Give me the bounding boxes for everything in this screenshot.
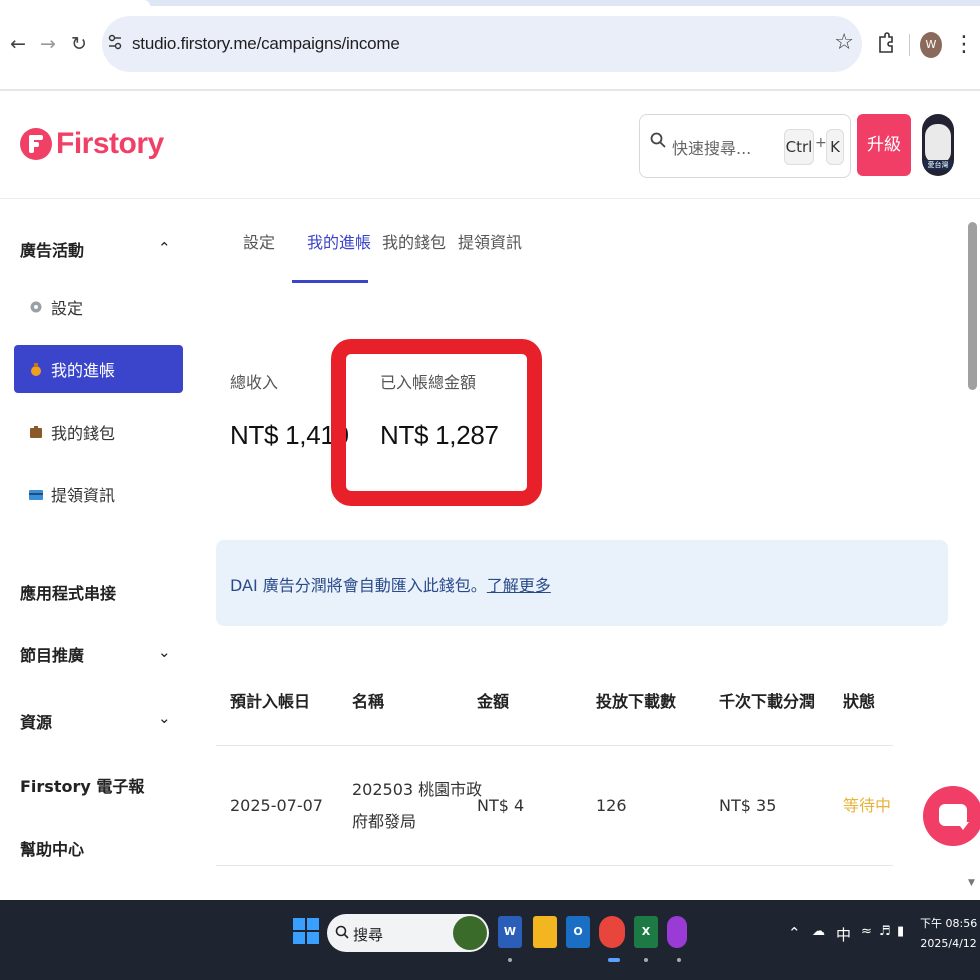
chevron-up-icon[interactable]: ⌃ — [158, 239, 171, 257]
search-icon — [335, 924, 349, 939]
clock-time: 下午 08:56 — [920, 917, 978, 930]
sidebar-item-label: 設定 — [51, 299, 84, 318]
sidebar-item-label: 我的錢包 — [51, 424, 116, 443]
tab-my-income[interactable]: 我的進帳 — [307, 229, 371, 253]
browser-menu-icon[interactable]: ⋮ — [953, 32, 975, 57]
column-header-cpm[interactable]: 千次下載分潤 — [719, 688, 815, 712]
excel-icon[interactable]: X — [634, 916, 658, 948]
search-icon — [650, 132, 666, 148]
quick-search-input[interactable]: 快速搜尋... Ctrl + K — [639, 114, 851, 178]
total-income-label: 總收入 — [230, 373, 279, 392]
browser-profile-avatar[interactable]: W — [920, 32, 942, 58]
table-divider — [216, 745, 893, 746]
brand-name: Firstory — [56, 127, 164, 160]
firstory-logo-icon — [20, 128, 52, 160]
income-tabs: 設定 我的進帳 我的錢包 提領資訊 — [215, 199, 955, 283]
red-highlight-box — [331, 339, 542, 506]
os-taskbar: 搜尋 W O X ⌃ ☁ 中 ≈ ♬ ▮ 下午 08:56 2025/4/12 — [0, 900, 980, 980]
tray-chevron-up-icon[interactable]: ⌃ — [788, 924, 801, 942]
tab-settings[interactable]: 設定 — [243, 229, 275, 253]
sidebar-section-help-center[interactable]: 幫助中心 — [20, 836, 84, 860]
chrome-divider — [0, 89, 980, 91]
search-placeholder: 快速搜尋... — [672, 139, 752, 158]
sidebar-item-withdrawal[interactable]: 提領資訊 — [14, 470, 183, 518]
column-header-status[interactable]: 狀態 — [843, 688, 875, 712]
extensions-icon[interactable] — [876, 32, 896, 56]
cell-date: 2025-07-07 — [230, 796, 323, 815]
firstory-logo[interactable]: Firstory — [20, 116, 164, 172]
kbd-k: K — [826, 129, 844, 165]
sidebar-item-wallet[interactable]: 我的錢包 — [14, 408, 183, 456]
address-bar[interactable]: studio.firstory.me/campaigns/income ☆ — [102, 16, 862, 72]
sidebar: 廣告活動 ⌃ 設定 我的進帳 我的錢包 提領資訊 應用程式串接 節目推廣 ⌄ 資… — [0, 199, 200, 899]
battery-icon[interactable]: ▮ — [897, 924, 904, 939]
word-icon[interactable]: W — [498, 916, 522, 948]
chrome-icon[interactable] — [599, 916, 625, 948]
banner-message: DAI 廣告分潤將會自動匯入此錢包。 — [230, 576, 487, 595]
info-banner: DAI 廣告分潤將會自動匯入此錢包。了解更多 — [216, 540, 948, 626]
page-scrollbar[interactable] — [968, 222, 977, 390]
reload-icon[interactable]: ↻ — [66, 32, 92, 56]
taskbar-search[interactable]: 搜尋 — [327, 914, 489, 952]
kbd-plus: + — [815, 135, 827, 151]
file-explorer-icon[interactable] — [533, 916, 557, 948]
url-text[interactable]: studio.firstory.me/campaigns/income — [132, 34, 400, 54]
kbd-ctrl: Ctrl — [784, 129, 814, 165]
sidebar-section-resources[interactable]: 資源 — [20, 709, 52, 733]
sidebar-section-show-promotion[interactable]: 節目推廣 — [20, 642, 84, 666]
upgrade-button[interactable]: 升級 — [857, 114, 911, 176]
cell-amount: NT$ 4 — [477, 796, 525, 815]
chat-support-button[interactable] — [923, 786, 980, 846]
outlook-icon[interactable]: O — [566, 916, 590, 948]
tab-withdrawal-info[interactable]: 提領資訊 — [458, 229, 522, 253]
avatar-caption: 愛台灣 — [924, 160, 952, 170]
status-badge: 等待中 — [843, 796, 892, 815]
windows-start-icon[interactable] — [293, 918, 319, 944]
chevron-down-icon[interactable]: ⌄ — [158, 709, 171, 727]
cloud-icon[interactable]: ☁ — [812, 924, 825, 939]
cell-cpm: NT$ 35 — [719, 796, 777, 815]
volume-icon[interactable]: ♬ — [879, 924, 891, 939]
card-icon — [29, 486, 43, 502]
copilot-drop-icon[interactable] — [667, 916, 687, 948]
sidebar-item-label: 我的進帳 — [51, 361, 116, 380]
sidebar-section-ads[interactable]: 廣告活動 — [20, 237, 84, 261]
column-header-amount[interactable]: 金額 — [477, 688, 509, 712]
cell-name-line2: 府都發局 — [352, 812, 417, 831]
wifi-icon[interactable]: ≈ — [861, 924, 872, 939]
user-avatar[interactable]: 愛台灣 — [922, 114, 954, 176]
sidebar-item-label: 提領資訊 — [51, 486, 116, 505]
column-header-expected-date[interactable]: 預計入帳日 — [230, 688, 310, 712]
search-highlight-image — [453, 916, 487, 950]
table-divider — [216, 865, 893, 866]
sidebar-item-my-income[interactable]: 我的進帳 — [14, 345, 183, 393]
forward-arrow-icon[interactable]: → — [35, 32, 61, 56]
site-settings-icon[interactable] — [108, 32, 128, 54]
ime-indicator[interactable]: 中 — [836, 924, 851, 945]
gear-icon — [29, 299, 43, 315]
cell-downloads: 126 — [596, 796, 627, 815]
system-clock[interactable]: 下午 08:56 2025/4/12 — [920, 914, 977, 954]
column-header-name[interactable]: 名稱 — [352, 688, 384, 712]
app-header: Firstory 快速搜尋... Ctrl + K 升級 愛台灣 — [0, 92, 980, 199]
browser-toolbar: ← → ↻ studio.firstory.me/campaigns/incom… — [0, 6, 980, 84]
scroll-down-arrow-icon[interactable]: ▼ — [968, 878, 975, 888]
cell-name-line1: 202503 桃園市政 — [352, 780, 483, 799]
sidebar-section-app-integration[interactable]: 應用程式串接 — [20, 580, 116, 604]
toolbar-divider — [909, 34, 910, 56]
clock-date: 2025/4/12 — [920, 937, 977, 950]
chevron-down-icon[interactable]: ⌄ — [158, 643, 171, 661]
sidebar-item-settings[interactable]: 設定 — [14, 283, 183, 331]
back-arrow-icon[interactable]: ← — [5, 32, 31, 56]
taskbar-search-label: 搜尋 — [353, 926, 384, 944]
learn-more-link[interactable]: 了解更多 — [487, 576, 551, 595]
wallet-icon — [29, 424, 43, 440]
info-banner-text: DAI 廣告分潤將會自動匯入此錢包。了解更多 — [230, 572, 551, 596]
active-tab-indicator — [292, 280, 368, 283]
bookmark-star-icon[interactable]: ☆ — [834, 30, 854, 55]
tab-my-wallet[interactable]: 我的錢包 — [382, 229, 446, 253]
column-header-downloads[interactable]: 投放下載數 — [596, 688, 676, 712]
sidebar-section-newsletter[interactable]: Firstory 電子報 — [20, 773, 144, 797]
money-bag-icon — [29, 361, 43, 377]
